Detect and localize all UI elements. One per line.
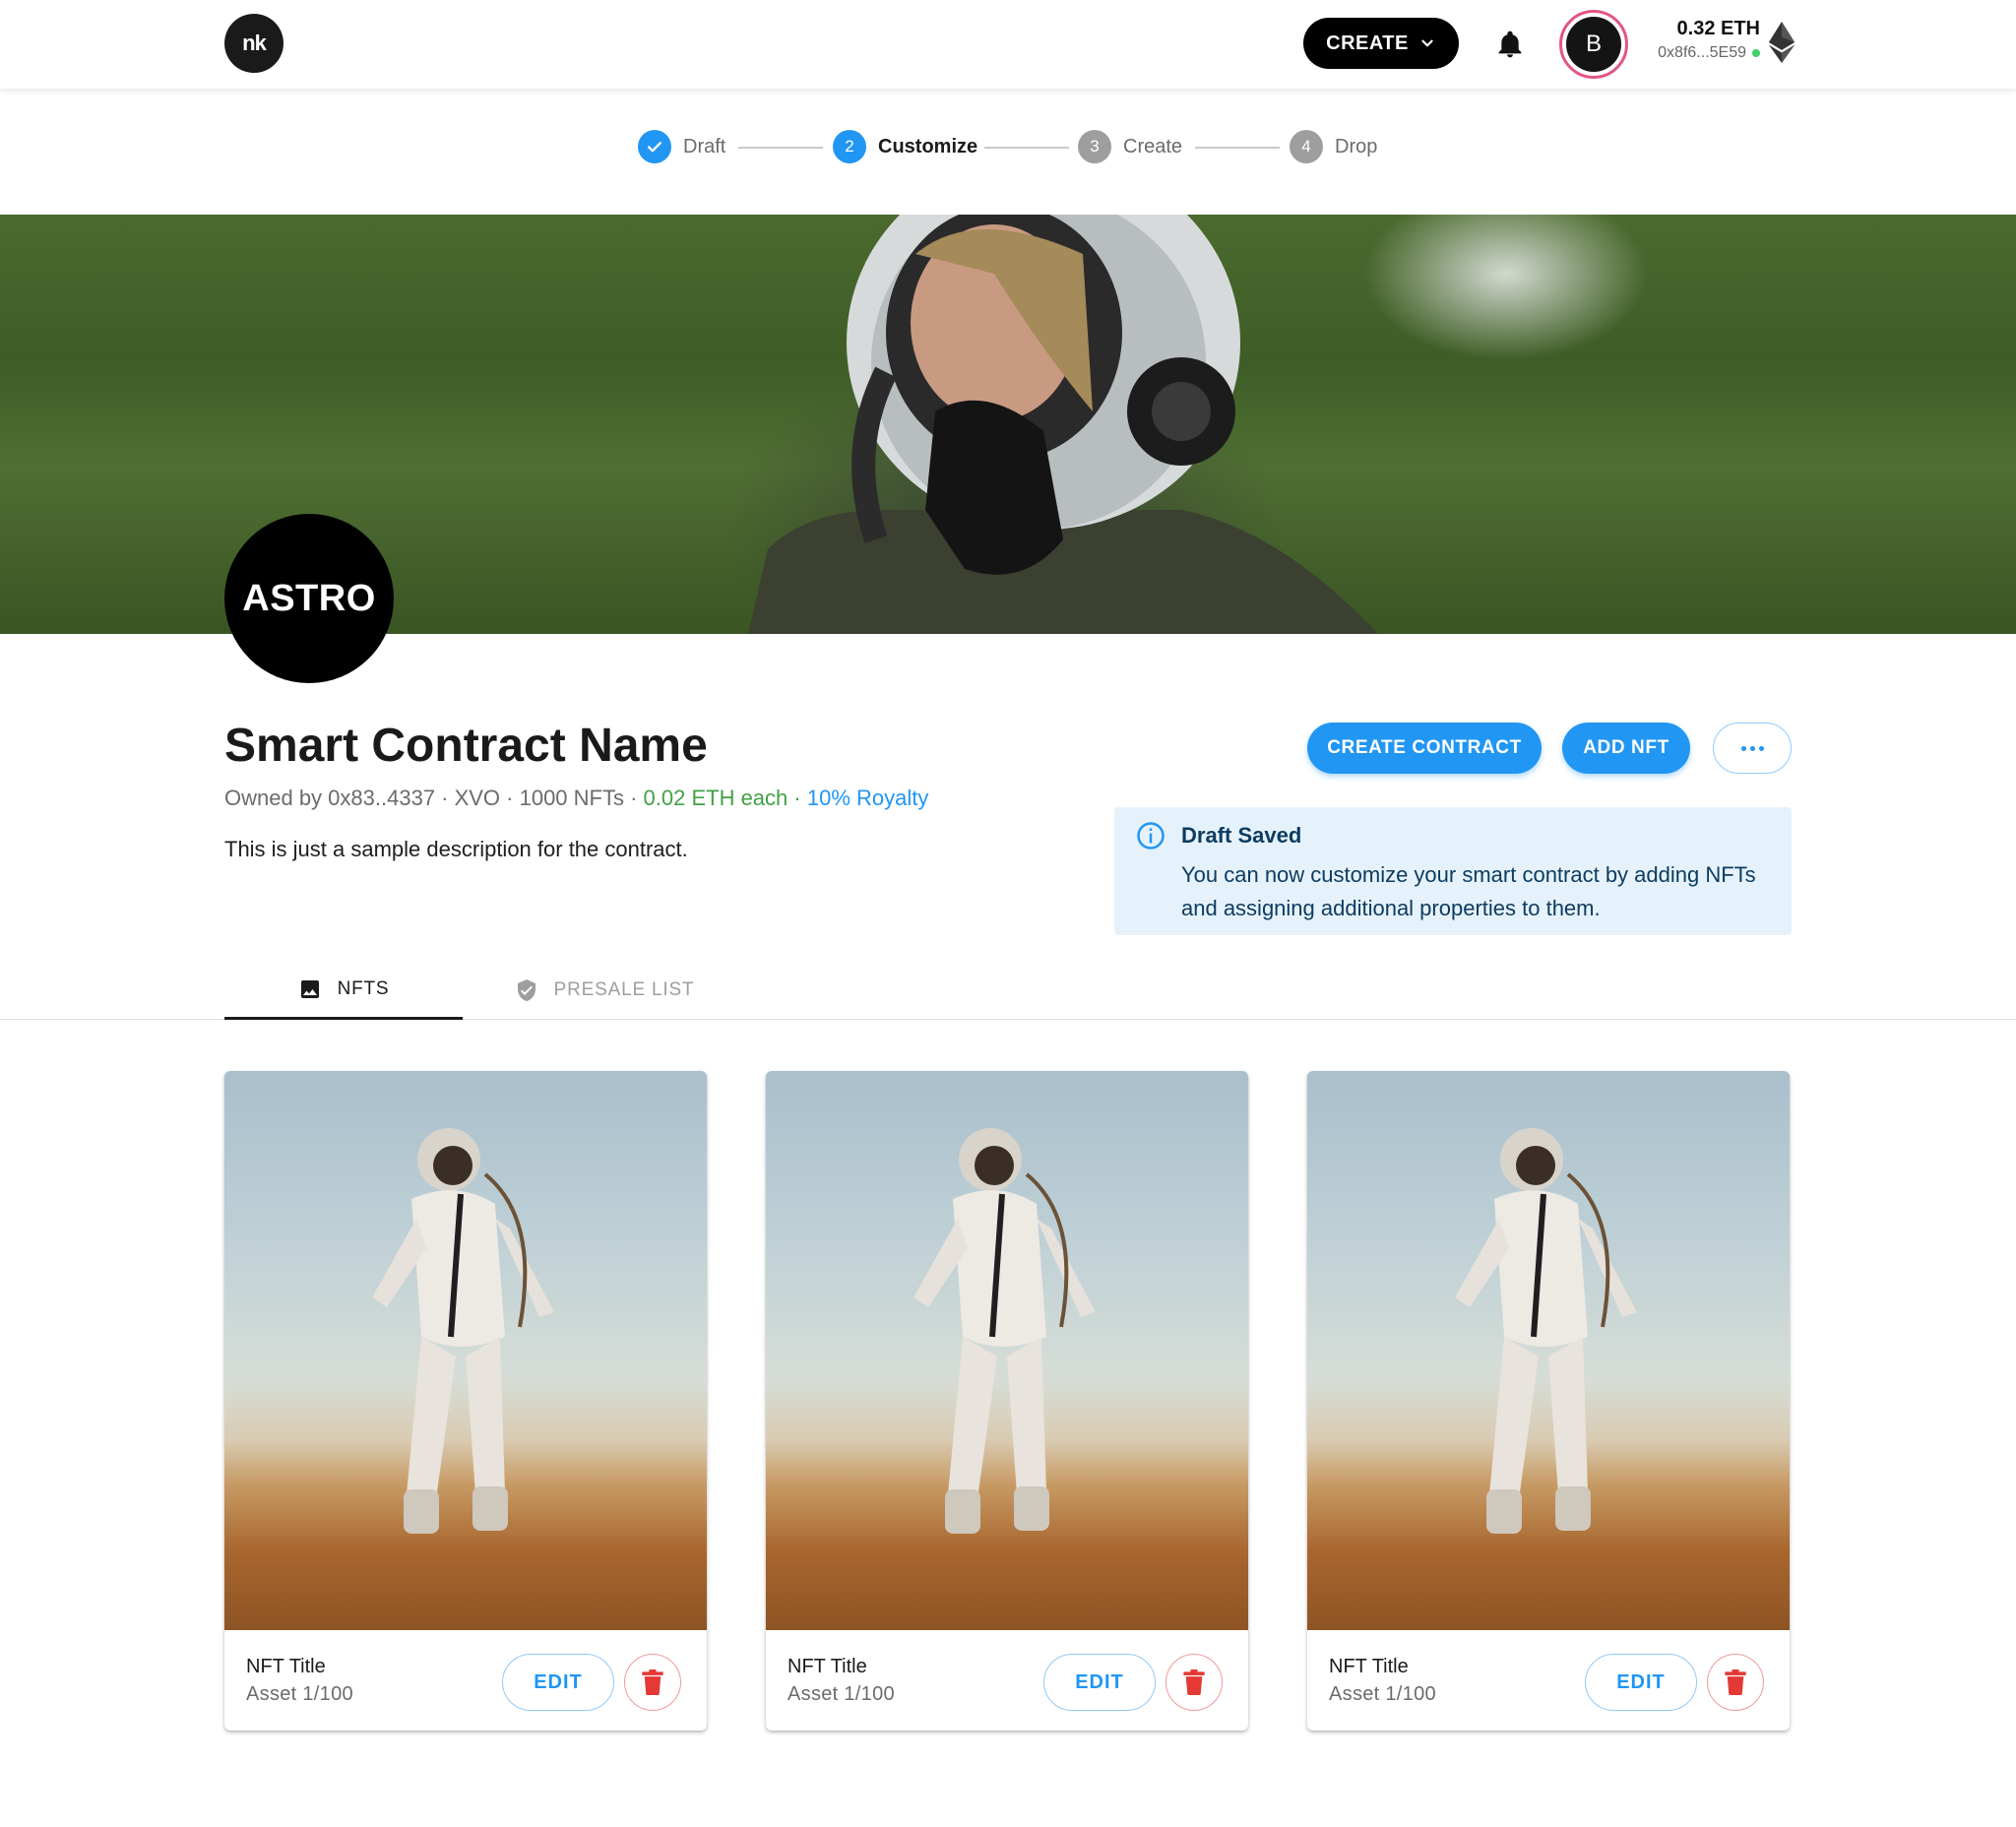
wallet-address-row: 0x8f6...5E59 [1642,44,1760,62]
top-header: nk CREATE B 0.32 ETH 0x8f6...5E59 [0,0,2016,89]
edit-button[interactable]: EDIT [502,1654,614,1711]
wallet-summary[interactable]: 0.32 ETH 0x8f6...5E59 [1642,18,1760,62]
step-label: Customize [878,135,978,158]
nft-card[interactable]: NFT Title Asset 1/100 EDIT [224,1071,707,1731]
contract-title: Smart Contract Name [224,720,708,772]
astronaut-figure [372,1128,554,1534]
info-icon [1137,822,1165,850]
step-connector [984,147,1069,149]
owner-meta: Owned by 0x83..4337 · XVO · 1000 NFTs · [224,786,644,810]
step-label: Draft [683,135,726,158]
progress-stepper: Draft 2 Customize 3 Create 4 Drop [0,130,2016,165]
delete-button[interactable] [1707,1654,1764,1711]
tab-label: PRESALE LIST [553,979,695,1000]
delete-button[interactable] [624,1654,681,1711]
step-connector [738,147,823,149]
step-number: 4 [1290,130,1323,163]
step-connector [1195,147,1280,149]
meta-separator: · [788,786,807,810]
create-menu-button[interactable]: CREATE [1303,18,1459,69]
nft-image[interactable] [766,1071,1248,1630]
add-nft-button[interactable]: ADD NFT [1562,723,1690,774]
edit-button[interactable]: EDIT [1043,1654,1156,1711]
step-create[interactable]: 3 Create [1078,130,1182,163]
step-label: Create [1123,135,1183,158]
more-dot-icon [1758,745,1764,751]
nft-asset-count: Asset 1/100 [246,1683,353,1705]
price-each: 0.02 ETH each [643,786,788,810]
step-customize[interactable]: 2 Customize [833,130,977,163]
ethereum-icon [1768,22,1796,63]
astronaut-figure [914,1128,1096,1534]
nft-card[interactable]: NFT Title Asset 1/100 EDIT [1307,1071,1790,1731]
step-number: 3 [1078,130,1111,163]
avatar: B [1566,17,1621,72]
astronaut-figure [1455,1128,1637,1534]
wallet-balance: 0.32 ETH [1676,18,1760,39]
more-dot-icon [1749,745,1755,751]
tab-presale-list[interactable]: PRESALE LIST [490,961,719,1020]
user-avatar-button[interactable]: B [1559,10,1628,79]
nft-image[interactable] [1307,1071,1790,1630]
step-drop[interactable]: 4 Drop [1290,130,1377,163]
create-contract-button[interactable]: CREATE CONTRACT [1307,723,1542,774]
more-options-button[interactable] [1713,723,1792,774]
logo[interactable]: nk [224,14,284,73]
step-draft[interactable]: Draft [638,130,725,163]
step-number: 2 [833,130,866,163]
create-label: CREATE [1326,32,1409,54]
step-label: Drop [1335,135,1378,158]
draft-saved-alert: Draft Saved You can now customize your s… [1114,807,1792,935]
nft-title: NFT Title [788,1656,867,1677]
alert-body: You can now customize your smart contrac… [1181,862,1756,920]
alert-title: Draft Saved [1181,823,1302,848]
trash-icon [1725,1670,1746,1695]
delete-button[interactable] [1166,1654,1223,1711]
collection-avatar: ASTRO [224,514,394,683]
nft-title: NFT Title [1329,1656,1409,1677]
tab-nfts[interactable]: NFTS [224,961,463,1020]
trash-icon [1183,1670,1205,1695]
contract-meta: Owned by 0x83..4337 · XVO · 1000 NFTs · … [224,786,928,811]
tab-label: NFTS [337,977,390,999]
bell-icon[interactable] [1494,28,1526,61]
trash-icon [642,1670,663,1695]
nft-asset-count: Asset 1/100 [788,1683,895,1705]
more-dot-icon [1740,745,1746,751]
check-icon [638,130,671,163]
royalty: 10% Royalty [806,786,929,810]
content-tabs: NFTS PRESALE LIST [0,961,2016,1020]
image-icon [300,979,319,998]
nft-card[interactable]: NFT Title Asset 1/100 EDIT [766,1071,1248,1731]
chevron-down-icon [1421,39,1433,47]
shield-check-icon [517,979,536,1001]
nft-title: NFT Title [246,1656,326,1677]
contract-description: This is just a sample description for th… [224,837,688,861]
edit-button[interactable]: EDIT [1585,1654,1697,1711]
nft-asset-count: Asset 1/100 [1329,1683,1436,1705]
wallet-address: 0x8f6...5E59 [1658,44,1746,61]
online-status-dot [1752,49,1760,57]
nft-image[interactable] [224,1071,707,1630]
